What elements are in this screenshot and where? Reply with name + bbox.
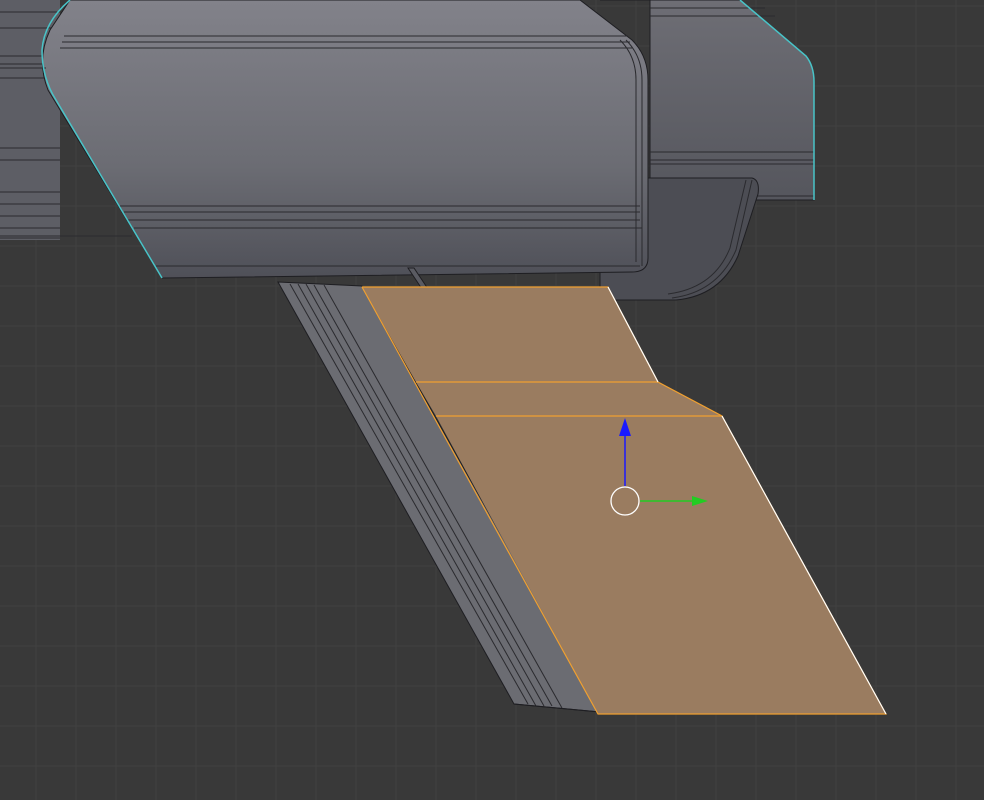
3d-viewport[interactable] bbox=[0, 0, 984, 800]
viewport-canvas[interactable] bbox=[0, 0, 984, 800]
slide-body bbox=[0, 0, 649, 279]
